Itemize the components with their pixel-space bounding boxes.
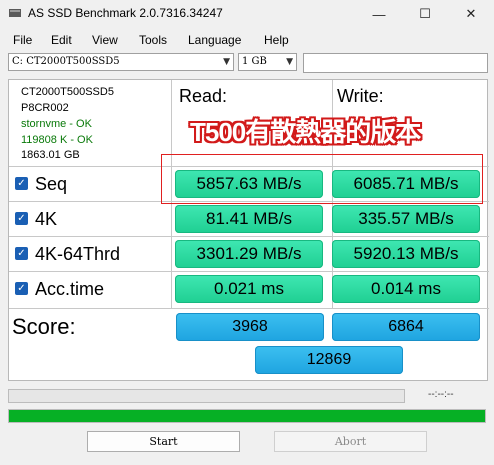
chevron-down-icon: ▼ xyxy=(223,57,230,67)
test-progress-bar xyxy=(8,389,405,403)
elapsed-time: --:--:-- xyxy=(428,389,454,400)
total-progress-fill xyxy=(9,410,485,422)
acctime-read-result: 0.021 ms xyxy=(175,275,323,303)
chevron-down-icon: ▼ xyxy=(286,57,293,67)
annotation-box xyxy=(161,154,483,204)
read-header: Read: xyxy=(179,86,228,106)
title-bar: AS SSD Benchmark 2.0.7316.34247 — ☐ ✕ xyxy=(0,0,494,28)
4k64-checkbox[interactable]: ✓ xyxy=(15,247,28,260)
menu-edit[interactable]: Edit xyxy=(51,33,72,47)
score-read: 3968 xyxy=(176,313,324,341)
blank-field xyxy=(303,53,488,73)
4k-read-result: 81.41 MB/s xyxy=(175,205,323,233)
annotation-text: T500有散熱器的版本 xyxy=(190,117,421,147)
menu-bar: File Edit View Tools Language Help xyxy=(0,30,494,50)
divider xyxy=(9,308,489,309)
4k-write-result: 335.57 MB/s xyxy=(332,205,480,233)
score-write: 6864 xyxy=(332,313,480,341)
acctime-checkbox[interactable]: ✓ xyxy=(15,282,28,295)
menu-tools[interactable]: Tools xyxy=(139,33,167,47)
maximize-button[interactable]: ☐ xyxy=(402,0,448,28)
size-select[interactable]: 1 GB ▼ xyxy=(238,53,297,71)
test-label-4k64: 4K-64Thrd xyxy=(35,244,121,264)
close-button[interactable]: ✕ xyxy=(448,0,494,28)
drive-firmware: P8CR002 xyxy=(21,102,69,114)
menu-file[interactable]: File xyxy=(13,33,32,47)
total-progress-bar xyxy=(8,409,486,423)
acctime-write-result: 0.014 ms xyxy=(332,275,480,303)
4k64-read-result: 3301.29 MB/s xyxy=(175,240,323,268)
size-select-value: 1 GB xyxy=(242,56,267,67)
menu-help[interactable]: Help xyxy=(264,33,289,47)
drive-capacity: 1863.01 GB xyxy=(21,149,80,161)
4k-checkbox[interactable]: ✓ xyxy=(15,212,28,225)
test-label-4k: 4K xyxy=(35,209,58,229)
4k64-write-result: 5920.13 MB/s xyxy=(332,240,480,268)
divider xyxy=(9,236,489,237)
score-label: Score: xyxy=(12,314,76,339)
driver-status: stornvme - OK xyxy=(21,118,92,130)
drive-select-value: C: CT2000T500SSD5 xyxy=(12,56,120,67)
test-label-acctime: Acc.time xyxy=(35,279,105,299)
test-label-seq: Seq xyxy=(35,174,68,194)
menu-language[interactable]: Language xyxy=(188,33,241,47)
write-header: Write: xyxy=(337,86,384,106)
abort-button[interactable]: Abort xyxy=(274,431,427,452)
seq-checkbox[interactable]: ✓ xyxy=(15,177,28,190)
app-icon xyxy=(9,9,21,17)
menu-view[interactable]: View xyxy=(92,33,118,47)
start-button[interactable]: Start xyxy=(87,431,240,452)
divider xyxy=(9,271,489,272)
score-total: 12869 xyxy=(255,346,403,374)
window-title: AS SSD Benchmark 2.0.7316.34247 xyxy=(28,6,223,20)
minimize-button[interactable]: — xyxy=(356,0,402,28)
drive-model: CT2000T500SSD5 xyxy=(21,86,114,98)
drive-select[interactable]: C: CT2000T500SSD5 ▼ xyxy=(8,53,234,71)
alignment-status: 119808 K - OK xyxy=(21,134,93,146)
